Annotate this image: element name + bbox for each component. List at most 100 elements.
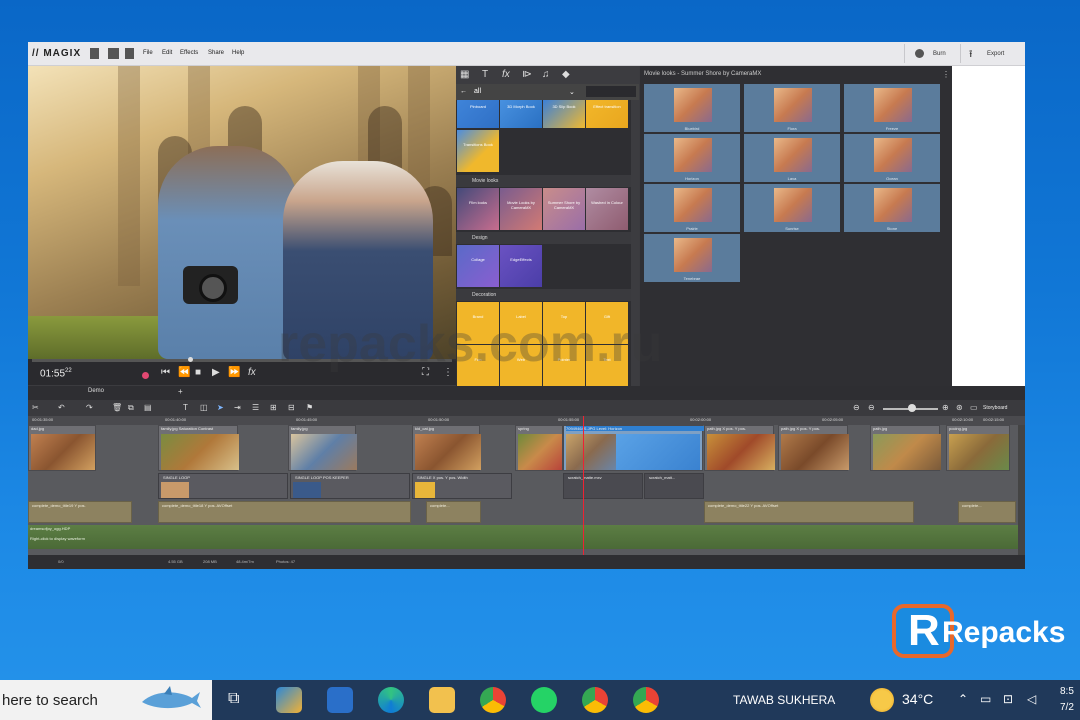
split-icon[interactable]: ⇥ <box>234 403 241 412</box>
task-view-icon[interactable]: ⧉ <box>228 690 239 708</box>
search-box[interactable] <box>586 86 636 97</box>
video-clip[interactable]: 70949464S.JPG Level: Horizon <box>563 425 704 471</box>
effect-tile[interactable]: 3D Slip Book <box>543 100 585 128</box>
battery-icon[interactable]: ▭ <box>980 692 991 706</box>
jump-start-icon[interactable]: ⏮ <box>161 367 170 378</box>
crop-icon[interactable]: ◫ <box>200 403 208 412</box>
more-icon[interactable]: ⋮ <box>942 70 950 79</box>
back-arrow-icon[interactable]: ← <box>460 88 467 95</box>
timeline-scrollbar[interactable] <box>1018 425 1025 555</box>
zoom-out-icon[interactable]: ⊖ <box>853 403 860 412</box>
zoom-in-icon[interactable]: ⊕ <box>942 403 949 412</box>
look-item[interactable]: Sunrise <box>744 184 840 232</box>
store-icon[interactable] <box>276 687 302 713</box>
video-clip[interactable]: family.jpg <box>288 425 357 471</box>
overlay-clip[interactable]: SINGLE LOOP POS KEEPER <box>290 473 410 499</box>
look-item[interactable]: Prairie <box>644 184 740 232</box>
look-item[interactable]: Lava <box>744 134 840 182</box>
undo-icon[interactable]: ↶ <box>58 403 65 412</box>
temperature[interactable]: 34°C <box>902 691 933 707</box>
menu-edit[interactable]: Edit <box>162 50 172 56</box>
grid-icon[interactable]: ▦ <box>460 69 469 80</box>
open-folder-icon[interactable] <box>108 48 119 59</box>
look-item[interactable]: Stone <box>844 184 940 232</box>
title-clip[interactable]: complete... <box>426 501 481 523</box>
section-header[interactable]: Design <box>456 232 631 244</box>
overlay-clip[interactable]: scratch_matte.mxv <box>563 473 643 499</box>
chrome-icon[interactable] <box>582 687 608 713</box>
design-tile[interactable]: Collage <box>457 245 499 287</box>
look-item[interactable]: Horizon <box>644 134 740 182</box>
title-clip[interactable]: complete_demo_title18 Y pos. AVOffset <box>158 501 411 523</box>
edge-icon[interactable] <box>378 687 404 713</box>
text-icon[interactable]: T <box>482 69 488 80</box>
title-clip[interactable]: complete... <box>958 501 1016 523</box>
overlay-clip[interactable]: scratch_matt... <box>644 473 704 499</box>
menu-share[interactable]: Share <box>208 50 224 56</box>
tag-icon[interactable]: ◆ <box>562 69 570 80</box>
video-clip[interactable]: path.jpg X pos. Y pos. <box>778 425 849 471</box>
look-tile[interactable]: Washed in Colour <box>586 188 628 230</box>
section-header[interactable]: Movie looks <box>456 175 631 187</box>
scissors-icon[interactable]: ✂ <box>32 403 39 412</box>
video-clip[interactable]: kid_cat.jpg <box>412 425 481 471</box>
video-clip[interactable]: spring <box>515 425 563 471</box>
look-item[interactable]: Flora <box>744 84 840 132</box>
rewind-icon[interactable]: ⏪ <box>178 367 190 378</box>
filter-bar[interactable]: ← all ⌄ <box>456 84 639 100</box>
stop-icon[interactable]: ■ <box>195 367 201 378</box>
chrome-icon[interactable] <box>480 687 506 713</box>
copy-icon[interactable]: ⧉ <box>128 403 134 413</box>
pointer-icon[interactable]: ➤ <box>217 403 224 412</box>
taskbar-search[interactable]: here to search <box>0 680 212 720</box>
scrub-handle[interactable] <box>188 357 193 362</box>
look-tile[interactable]: Summer Shore by CameraMX <box>543 188 585 230</box>
marker-icon[interactable]: ⚑ <box>306 403 313 412</box>
look-tile[interactable]: Film looks <box>457 188 499 230</box>
play-icon[interactable]: ▶ <box>212 367 220 378</box>
video-clip[interactable]: path.jpg X pos. Y pos. <box>704 425 775 471</box>
zoom-out-alt-icon[interactable]: ⊖ <box>868 403 875 412</box>
paste-icon[interactable]: ▤ <box>144 403 152 412</box>
group-icon[interactable]: ⊟ <box>288 403 295 412</box>
menu-effects[interactable]: Effects <box>180 50 198 56</box>
audio-clip[interactable]: dreamsofjoy_ogg.HDP Right-click to displ… <box>28 525 1018 549</box>
effect-tile[interactable]: Pinboard <box>457 100 499 128</box>
chevron-up-icon[interactable]: ⌃ <box>958 692 968 706</box>
save-icon[interactable] <box>125 48 134 59</box>
record-icon[interactable] <box>142 372 149 379</box>
music-icon[interactable]: ♫ <box>542 69 550 80</box>
video-clip[interactable]: dad.jpg <box>28 425 96 471</box>
storyboard-icon[interactable]: ▭ <box>970 403 978 412</box>
storyboard-label[interactable]: Storyboard <box>983 405 1007 411</box>
design-tile[interactable]: EdgeEffects <box>500 245 542 287</box>
new-file-icon[interactable] <box>90 48 99 59</box>
file-explorer-icon[interactable] <box>429 687 455 713</box>
title-clip[interactable]: complete_demo_title22 Y pos. AVOffset <box>704 501 914 523</box>
playhead[interactable] <box>583 416 584 555</box>
menu-file[interactable]: File <box>143 50 153 56</box>
look-item[interactable]: Freeze <box>844 84 940 132</box>
redo-icon[interactable]: ↷ <box>86 403 93 412</box>
zoom-handle[interactable] <box>908 404 916 412</box>
fx-icon[interactable]: fx <box>248 367 256 378</box>
chevron-down-icon[interactable]: ⌄ <box>569 88 575 96</box>
project-tab[interactable]: Demo <box>88 388 104 394</box>
clock[interactable]: 8:5 7/2 <box>1060 684 1074 716</box>
video-clip[interactable]: pocing.jpg <box>946 425 1010 471</box>
mail-icon[interactable] <box>327 687 353 713</box>
look-item[interactable]: Bluebird <box>644 84 740 132</box>
effect-tile[interactable]: 3D Morph Book <box>500 100 542 128</box>
effect-tile[interactable]: Transitions Book <box>457 130 499 172</box>
overlay-clip[interactable]: SINGLE X pos. Y pos. Width <box>412 473 512 499</box>
section-header[interactable]: Decoration <box>456 289 631 301</box>
weather-sun-icon[interactable] <box>870 688 894 712</box>
overlay-clip[interactable]: SINGLE LOOP <box>158 473 288 499</box>
effect-tile[interactable]: Effect transition <box>586 100 628 128</box>
align-icon[interactable]: ☰ <box>252 403 259 412</box>
transition-icon[interactable]: ⧐ <box>522 69 532 80</box>
look-tile[interactable]: Movie Looks by CameraMX <box>500 188 542 230</box>
network-icon[interactable]: ⊡ <box>1003 692 1013 706</box>
whatsapp-icon[interactable] <box>531 687 557 713</box>
look-item[interactable]: Ocean <box>844 134 940 182</box>
